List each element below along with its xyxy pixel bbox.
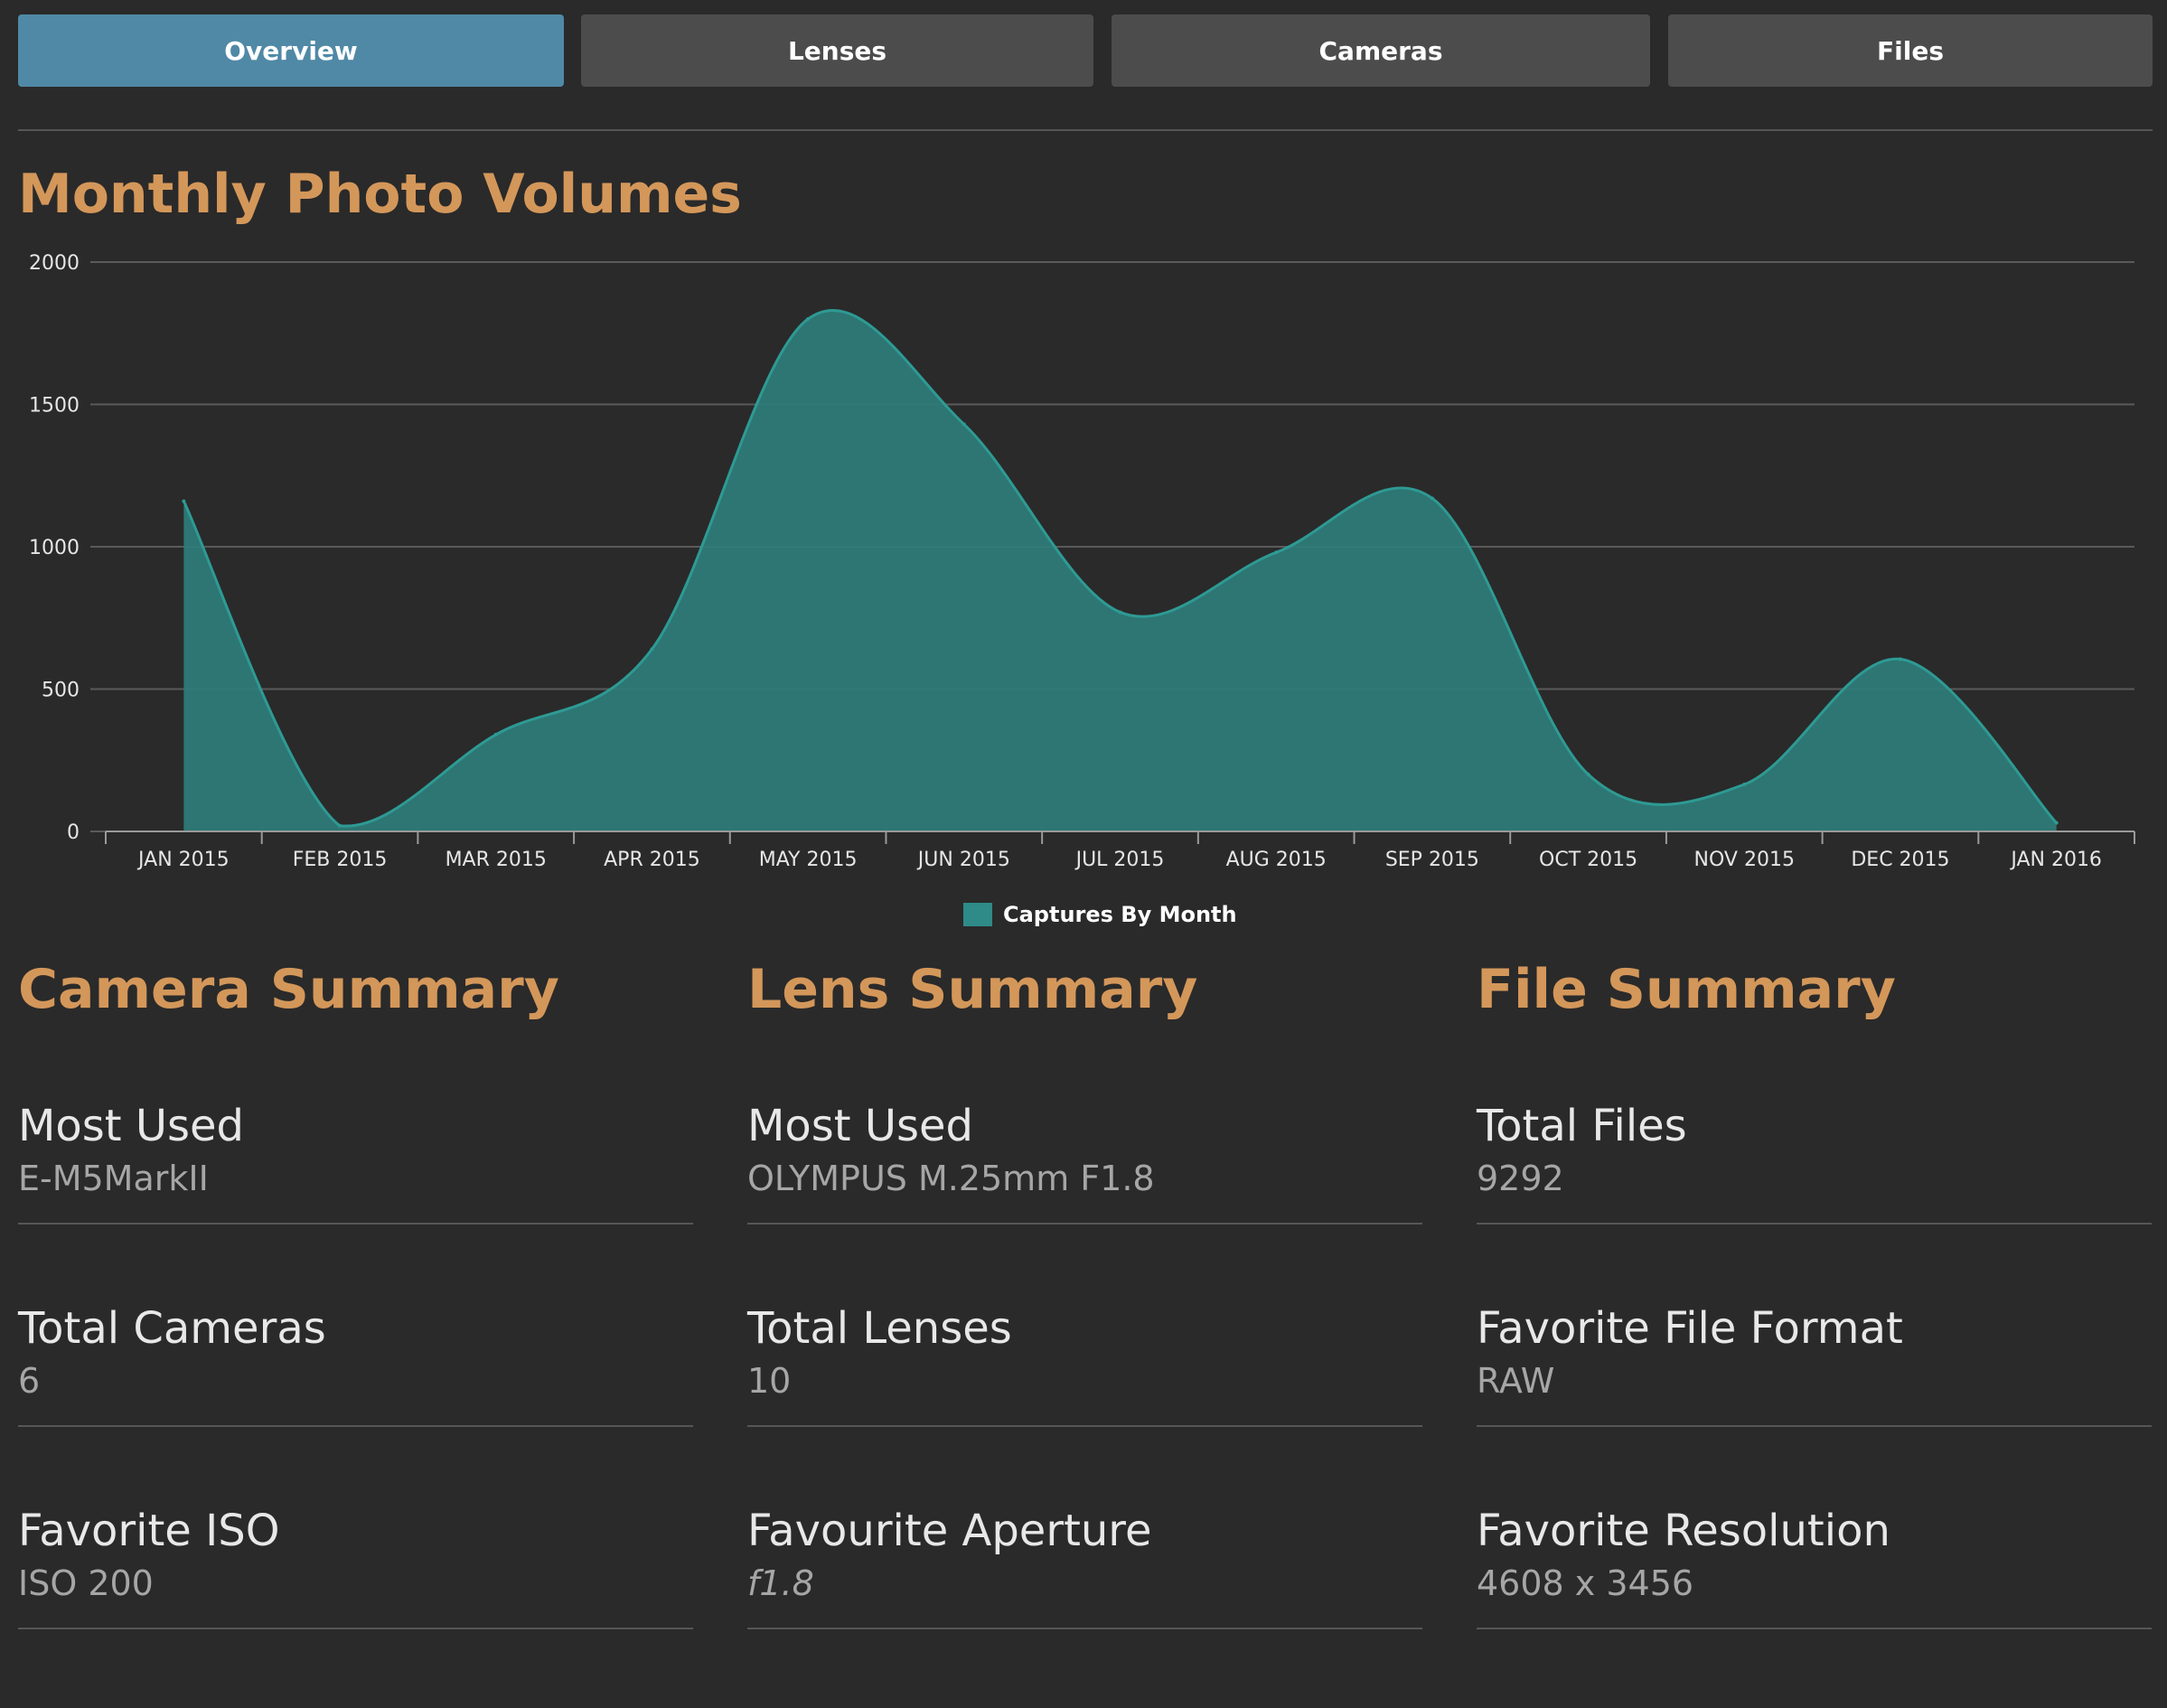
x-tick-label: FEB 2015 <box>293 849 388 871</box>
stat-label: Most Used <box>18 1101 245 1151</box>
stat-value: 10 <box>747 1361 792 1401</box>
tab-bar: Overview Lenses Cameras Files <box>18 14 2153 87</box>
stat-value: OLYMPUS M.25mm F1.8 <box>747 1159 1155 1198</box>
data-point <box>1274 550 1279 555</box>
data-point <box>182 499 186 503</box>
stat-label: Favourite Aperture <box>747 1506 1152 1556</box>
stat-value: 9292 <box>1477 1159 1564 1198</box>
x-tick-label: JAN 2016 <box>2009 849 2102 871</box>
stat-label: Total Lenses <box>747 1303 1012 1354</box>
stat-divider <box>18 1425 693 1427</box>
y-tick-label: 1000 <box>29 537 80 559</box>
x-tick-label: AUG 2015 <box>1226 849 1327 871</box>
y-tick-label: 1500 <box>29 395 80 418</box>
stat-value: ISO 200 <box>18 1563 154 1603</box>
file-stat-favorite-format: Favorite File Format RAW <box>1477 1303 2152 1506</box>
stat-label: Total Files <box>1477 1101 1687 1151</box>
lens-summary: Lens Summary Most Used OLYMPUS M.25mm F1… <box>747 958 1422 1629</box>
x-tick-label: SEP 2015 <box>1385 849 1479 871</box>
camera-stat-most-used: Most Used E-M5MarkII <box>18 1101 693 1303</box>
tab-lenses[interactable]: Lenses <box>581 14 1093 87</box>
stat-divider <box>18 1628 693 1629</box>
data-point <box>962 422 966 427</box>
stat-divider <box>1477 1425 2152 1427</box>
data-point <box>1586 773 1590 776</box>
stat-divider <box>747 1425 1422 1427</box>
data-point <box>1742 783 1747 787</box>
legend-swatch <box>963 903 992 926</box>
stat-label: Favorite Resolution <box>1477 1506 1890 1556</box>
data-point <box>806 317 811 321</box>
file-summary-title: File Summary <box>1477 958 1896 1021</box>
stat-divider <box>1477 1628 2152 1629</box>
x-tick-label: DEC 2015 <box>1851 849 1949 871</box>
stat-divider <box>18 1223 693 1225</box>
area-fill <box>183 310 2057 831</box>
stat-divider <box>747 1628 1422 1629</box>
stat-label: Favorite ISO <box>18 1506 280 1556</box>
data-point <box>1118 610 1122 615</box>
stat-divider <box>747 1223 1422 1225</box>
stat-label: Most Used <box>747 1101 974 1151</box>
x-tick-label: JUN 2015 <box>916 849 1010 871</box>
stat-value: E-M5MarkII <box>18 1159 209 1198</box>
top-divider <box>18 129 2153 131</box>
tab-overview[interactable]: Overview <box>18 14 564 87</box>
stat-divider <box>1477 1223 2152 1225</box>
stat-value: 4608 x 3456 <box>1477 1563 1694 1603</box>
x-tick-label: APR 2015 <box>604 849 700 871</box>
camera-summary-title: Camera Summary <box>18 958 559 1021</box>
camera-stat-total-cameras: Total Cameras 6 <box>18 1303 693 1506</box>
camera-stat-favorite-iso: Favorite ISO ISO 200 <box>18 1506 693 1708</box>
x-tick-label: OCT 2015 <box>1539 849 1637 871</box>
x-tick-label: MAR 2015 <box>446 849 547 871</box>
tab-cameras[interactable]: Cameras <box>1112 14 1650 87</box>
x-tick-label: JAN 2015 <box>136 849 230 871</box>
y-tick-label: 500 <box>42 680 80 702</box>
file-stat-total-files: Total Files 9292 <box>1477 1101 2152 1303</box>
monthly-volume-chart: 0 500 1000 1500 2000 JAN 2015 FEB 2015 MAR 2015… <box>29 252 2135 871</box>
camera-summary: Camera Summary Most Used E-M5MarkII Tota… <box>18 958 693 1629</box>
y-tick-label: 0 <box>67 821 80 844</box>
file-summary: File Summary Total Files 9292 Favorite F… <box>1477 958 2152 1629</box>
data-point <box>1430 496 1434 501</box>
stat-label: Favorite File Format <box>1477 1303 1903 1354</box>
chart-legend[interactable]: Captures By Month <box>963 902 1237 927</box>
chart-title: Monthly Photo Volumes <box>18 163 742 226</box>
stat-value: RAW <box>1477 1361 1555 1401</box>
tab-files[interactable]: Files <box>1668 14 2153 87</box>
data-point <box>338 823 342 828</box>
lens-stat-total-lenses: Total Lenses 10 <box>747 1303 1422 1506</box>
lens-summary-title: Lens Summary <box>747 958 1198 1021</box>
data-point <box>493 732 498 737</box>
data-point <box>2054 821 2059 825</box>
stat-label: Total Cameras <box>18 1303 326 1354</box>
legend-label: Captures By Month <box>1003 902 1237 927</box>
y-tick-label: 2000 <box>29 252 80 275</box>
x-tick-label: MAY 2015 <box>759 849 858 871</box>
lens-stat-most-used: Most Used OLYMPUS M.25mm F1.8 <box>747 1101 1422 1303</box>
x-tick-label: NOV 2015 <box>1694 849 1795 871</box>
stat-value: 6 <box>18 1361 41 1401</box>
stat-value: f1.8 <box>747 1563 814 1603</box>
lens-stat-favourite-aperture: Favourite Aperture f1.8 <box>747 1506 1422 1708</box>
data-point <box>650 647 654 652</box>
x-tick-label: JUL 2015 <box>1074 849 1165 871</box>
data-point <box>1898 657 1902 662</box>
file-stat-favorite-resolution: Favorite Resolution 4608 x 3456 <box>1477 1506 2152 1708</box>
